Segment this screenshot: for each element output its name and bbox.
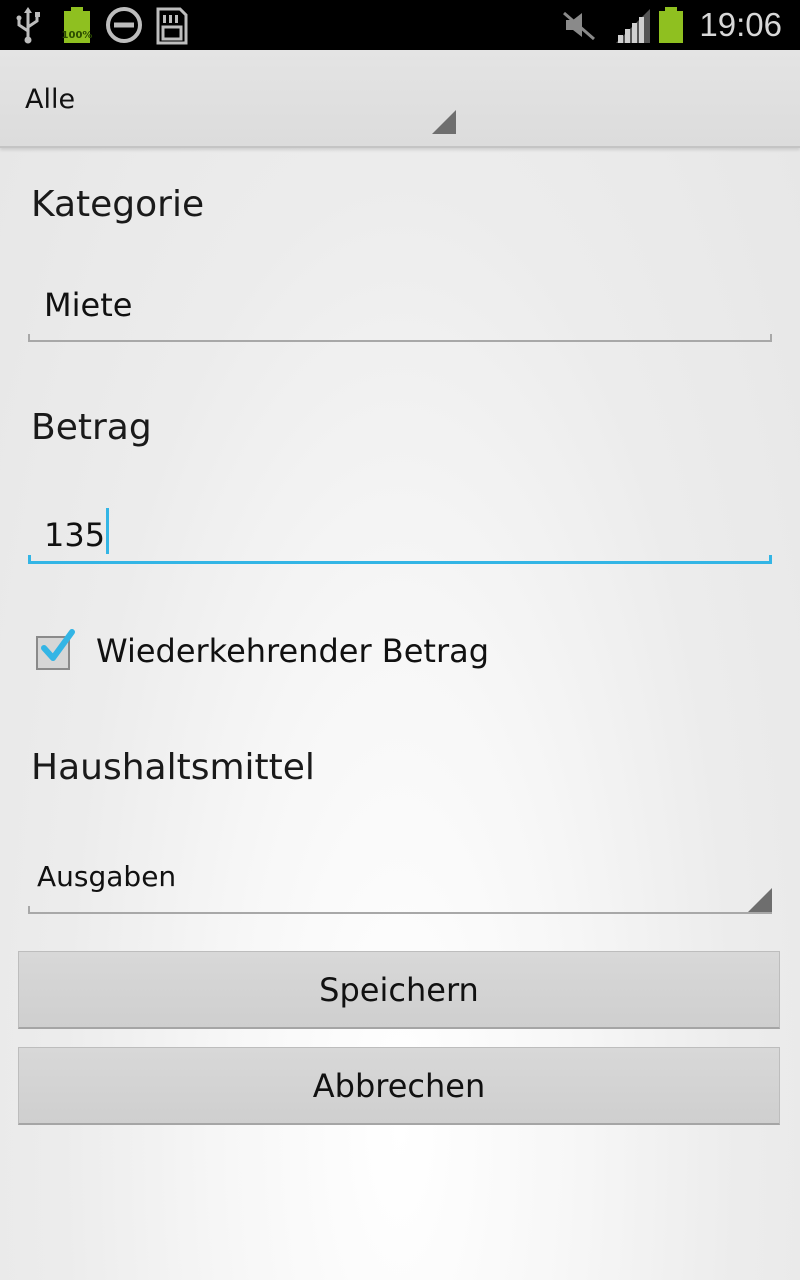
amount-value: 135 <box>44 516 106 554</box>
text-cursor <box>106 508 110 554</box>
battery-status-icon <box>656 0 686 50</box>
do-not-disturb-icon <box>104 0 144 50</box>
budget-spinner[interactable]: Ausgaben <box>28 854 772 914</box>
category-label: Kategorie <box>31 184 205 225</box>
dropdown-arrow-icon <box>748 888 772 912</box>
mute-icon <box>562 0 596 50</box>
sd-card-icon <box>154 0 190 50</box>
budget-spinner-value: Ausgaben <box>37 860 177 893</box>
signal-icon <box>614 0 652 50</box>
category-value: Miete <box>44 286 133 324</box>
category-field[interactable]: Miete <box>28 282 772 342</box>
amount-field[interactable]: 135 <box>28 504 772 564</box>
filter-spinner-value: Alle <box>25 84 76 115</box>
action-bar: Alle <box>0 50 800 148</box>
checkmark-icon <box>41 629 75 661</box>
usb-icon <box>14 0 42 50</box>
save-button[interactable]: Speichern <box>18 951 780 1029</box>
filter-spinner[interactable]: Alle <box>0 50 470 146</box>
recurring-checkbox-row[interactable]: Wiederkehrender Betrag <box>34 628 634 678</box>
dropdown-arrow-icon <box>432 110 456 134</box>
status-bar: 100% 19:06 <box>0 0 800 50</box>
amount-label: Betrag <box>31 407 152 448</box>
amount-text-wrapper: 135 <box>44 508 110 554</box>
budget-underline <box>28 906 772 914</box>
battery-icon: 100% <box>60 0 94 50</box>
battery-percent-label: 100% <box>61 30 93 41</box>
cancel-button[interactable]: Abbrechen <box>18 1047 780 1125</box>
recurring-checkbox-label: Wiederkehrender Betrag <box>96 632 490 670</box>
category-underline <box>28 334 772 342</box>
budget-label: Haushaltsmittel <box>31 747 315 788</box>
clock: 19:06 <box>699 6 782 43</box>
amount-underline-focused <box>28 555 772 564</box>
